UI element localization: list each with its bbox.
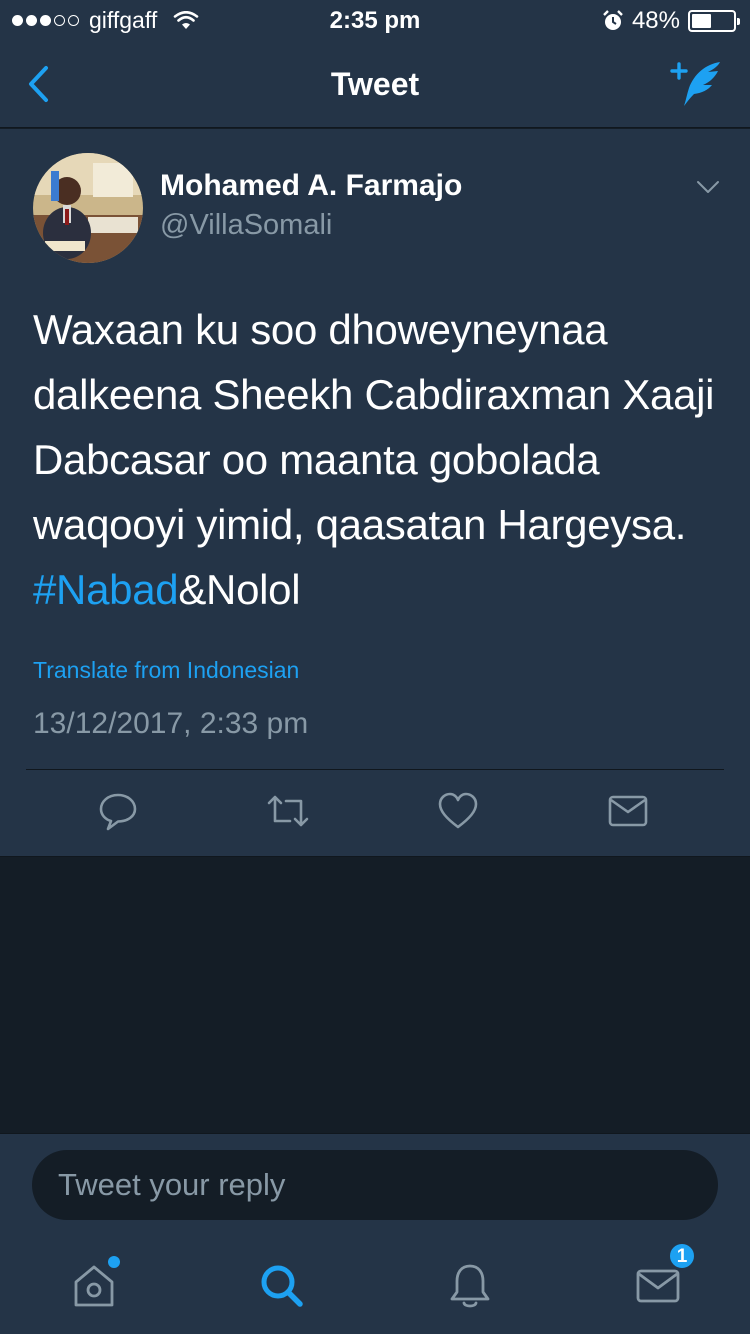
tweet-text: Waxaan ku soo dhoweyneynaa dalkeena Shee… (33, 297, 723, 622)
retweet-icon[interactable] (266, 789, 310, 833)
battery-percent: 48% (631, 7, 680, 34)
heart-icon[interactable] (436, 789, 480, 833)
tweet-actions (0, 789, 750, 839)
translate-link[interactable]: Translate from Indonesian (33, 657, 299, 684)
tweet-body: Waxaan ku soo dhoweyneynaa dalkeena Shee… (33, 306, 715, 548)
battery-fill (692, 14, 711, 28)
author-handle[interactable]: @VillaSomali (160, 209, 332, 242)
bell-icon (450, 1264, 490, 1308)
search-icon (261, 1265, 303, 1307)
tab-messages[interactable]: 1 (630, 1242, 696, 1314)
new-content-dot (108, 1256, 120, 1268)
nav-bar: Tweet (0, 42, 750, 128)
direct-message-icon[interactable] (606, 789, 650, 833)
chevron-down-icon[interactable] (696, 179, 720, 195)
reply-input[interactable] (32, 1150, 718, 1220)
author-name[interactable]: Mohamed A. Farmajo (160, 169, 462, 203)
alarm-icon (603, 10, 623, 30)
avatar[interactable] (33, 153, 143, 263)
tab-bar: 1 (0, 1240, 750, 1334)
battery-cap (737, 18, 740, 25)
messages-badge: 1 (668, 1242, 696, 1270)
status-bar: giffgaff 2:35 pm 48% (0, 0, 750, 42)
reply-bar (0, 1133, 750, 1240)
tweet-body-end: &Nolol (178, 566, 301, 613)
tab-home[interactable] (66, 1256, 122, 1314)
compose-tweet-icon[interactable] (668, 58, 724, 110)
battery-icon (688, 10, 740, 32)
tweet-detail: Mohamed A. Farmajo @VillaSomali Waxaan k… (0, 129, 750, 857)
reply-icon[interactable] (96, 789, 140, 833)
divider (26, 769, 724, 770)
hashtag-link[interactable]: #Nabad (33, 566, 179, 613)
tab-search[interactable] (254, 1258, 310, 1314)
page-title: Tweet (330, 66, 420, 102)
tab-notifications[interactable] (442, 1258, 498, 1314)
status-right: 48% (602, 7, 740, 35)
tweet-timestamp: 13/12/2017, 2:33 pm (33, 707, 309, 740)
profile-photo (33, 153, 143, 263)
